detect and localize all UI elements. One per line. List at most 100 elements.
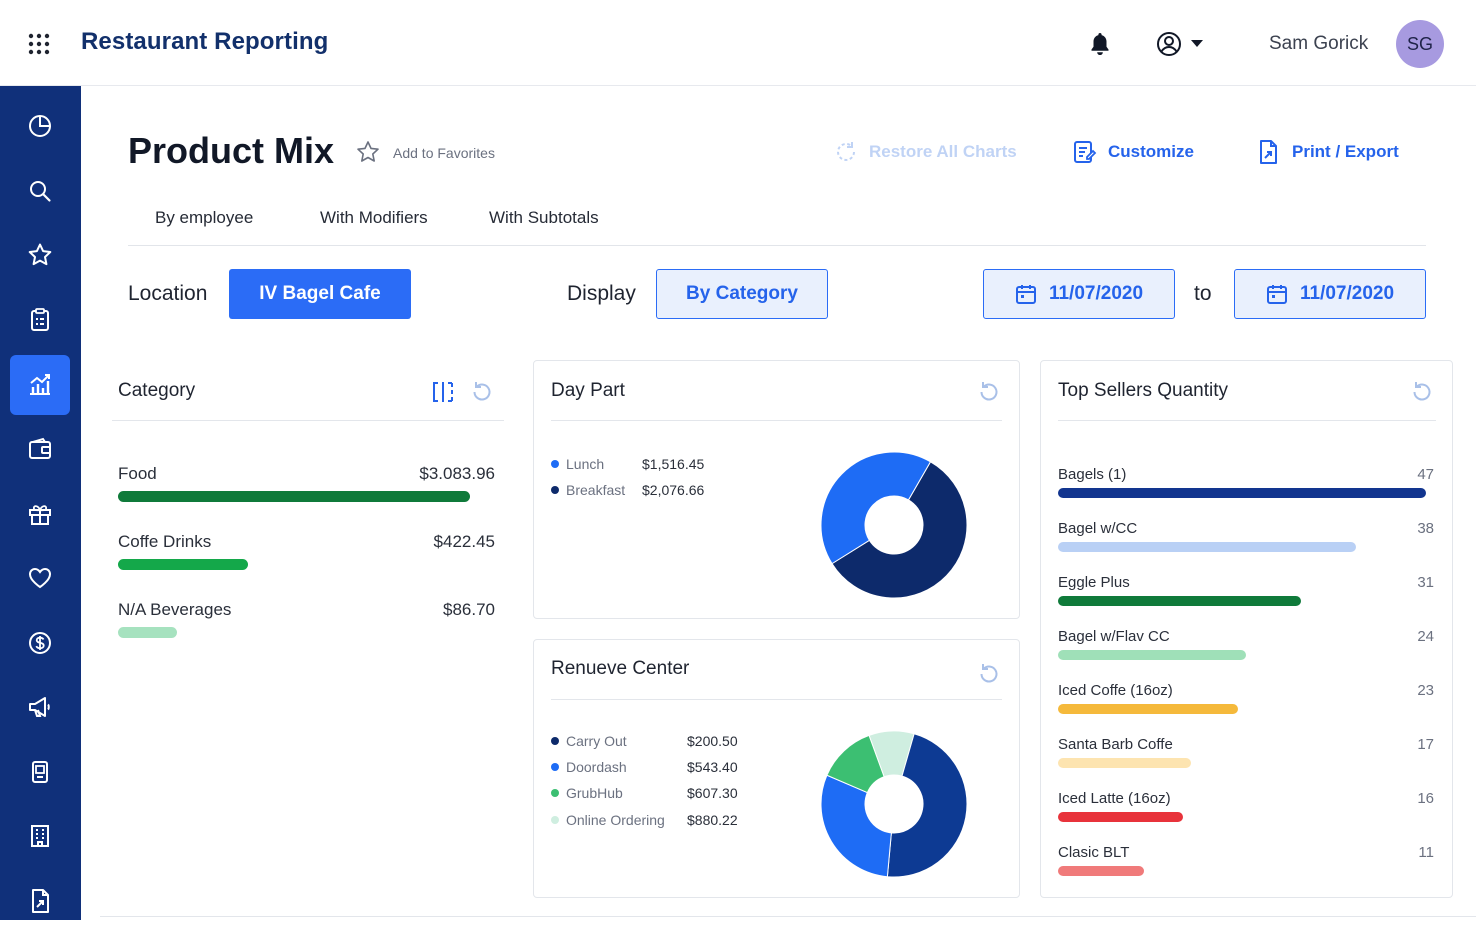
sidebar-item-reports[interactable] [10,290,70,350]
sidebar-item-marketing[interactable] [10,677,70,737]
category-card-title: Category [118,380,196,401]
location-select[interactable]: IV Bagel Cafe [229,269,411,319]
sidebar-item-favorites[interactable] [10,225,70,285]
tab-with-modifiers[interactable]: With Modifiers [320,208,428,228]
top-seller-quantity: 47 [1417,466,1434,483]
restore-all-charts-button[interactable]: Restore All Charts [833,138,1017,166]
top-seller-quantity: 23 [1417,682,1434,699]
print-export-button[interactable]: Print / Export [1256,138,1399,166]
sidebar-item-wallet[interactable] [10,419,70,479]
sidebar-item-analytics[interactable] [10,355,70,415]
category-bar [118,559,248,570]
category-bar [118,491,470,502]
top-seller-bar [1058,596,1301,606]
category-card-divider [112,420,504,421]
category-value: $422.45 [433,532,495,551]
top-seller-bar [1058,704,1238,714]
legend-swatch [551,789,559,797]
revenue-center-card-divider [551,699,1002,700]
sidebar-item-gifts[interactable] [10,484,70,544]
customize-button[interactable]: Customize [1072,138,1194,166]
document-icon [32,889,49,913]
legend-swatch [551,460,559,468]
legend-value: $880.22 [687,812,738,828]
top-seller-name: Clasic BLT [1058,844,1130,861]
refresh-icon[interactable] [977,380,1001,404]
heart-icon [28,567,52,589]
top-seller-quantity: 24 [1417,628,1434,645]
calendar-icon [1266,285,1287,304]
day-part-card-title: Day Part [551,380,625,401]
sidebar-item-devices[interactable] [10,742,70,802]
add-to-favorites-link[interactable]: Add to Favorites [393,145,495,161]
legend-swatch [551,486,559,494]
refresh-icon[interactable] [470,380,494,404]
customize-icon [1074,141,1097,163]
day-part-card-divider [551,420,1002,421]
category-name: Coffe Drinks [118,532,212,551]
top-seller-quantity: 31 [1417,574,1434,591]
legend-item: GrubHub [551,785,623,801]
sidebar-item-exports[interactable] [10,871,70,931]
display-label: Display [567,282,636,305]
account-menu[interactable] [1155,30,1209,58]
clipboard-icon [31,308,49,331]
revenue-center-donut-chart [821,731,967,877]
tab-with-subtotals[interactable]: With Subtotals [489,208,599,228]
refresh-icon[interactable] [977,662,1001,686]
search-icon [30,181,51,202]
favorite-star-icon[interactable] [356,140,380,164]
legend-item: Online Ordering [551,812,665,828]
restore-icon [837,142,855,161]
legend-value: $607.30 [687,785,738,801]
legend-value: $543.40 [687,759,738,775]
wallet-icon [29,437,51,459]
sidebar-item-dashboard[interactable] [10,96,70,156]
top-seller-bar [1058,542,1356,552]
legend-label: Lunch [566,456,605,472]
page-title: Product Mix [128,130,335,171]
legend-value: $2,076.66 [642,482,705,498]
sidebar-item-payments[interactable] [10,613,70,673]
print-export-label: Print / Export [1292,142,1399,161]
top-seller-bar [1058,488,1426,498]
top-seller-bar [1058,758,1191,768]
star-icon [28,243,52,266]
legend-item: Doordash [551,759,627,775]
pie-chart-icon [29,115,51,137]
dollar-icon [29,632,51,654]
sidebar-item-locations[interactable] [10,806,70,866]
megaphone-icon [29,697,50,717]
top-seller-quantity: 38 [1417,520,1434,537]
category-bar [118,627,177,638]
legend-item: Breakfast [551,482,625,498]
date-from-picker[interactable]: 11/07/2020 [983,269,1175,319]
sidebar-item-loyalty[interactable] [10,548,70,608]
category-name: Food [118,464,157,483]
top-sellers-card-title: Top Sellers Quantity [1058,380,1229,401]
analytics-icon [30,374,50,395]
app-title: Restaurant Reporting [81,28,329,55]
top-seller-name: Eggle Plus [1058,574,1130,591]
legend-label: Online Ordering [566,812,665,828]
tab-by-employee[interactable]: By employee [155,208,253,228]
display-select[interactable]: By Category [656,269,828,319]
legend-swatch [551,816,559,824]
top-bar: Restaurant Reporting Sam Gorick SG [0,0,1476,86]
avatar[interactable]: SG [1396,20,1444,68]
top-seller-name: Bagel w/CC [1058,520,1138,537]
compare-icon[interactable] [431,380,455,404]
top-seller-name: Santa Barb Coffe [1058,736,1173,753]
date-to-picker[interactable]: 11/07/2020 [1234,269,1426,319]
notification-bell-icon[interactable] [1088,31,1112,57]
category-value: $3.083.96 [419,464,495,483]
revenue-center-card-title: Renueve Center [551,658,690,679]
top-seller-name: Iced Latte (16oz) [1058,790,1171,807]
refresh-icon[interactable] [1410,380,1434,404]
sidebar-item-search[interactable] [10,161,70,221]
legend-value: $1,516.45 [642,456,705,472]
top-seller-name: Bagels (1) [1058,466,1127,483]
apps-grid-icon[interactable] [28,33,50,55]
calendar-icon [1015,285,1036,304]
device-icon [32,761,48,783]
